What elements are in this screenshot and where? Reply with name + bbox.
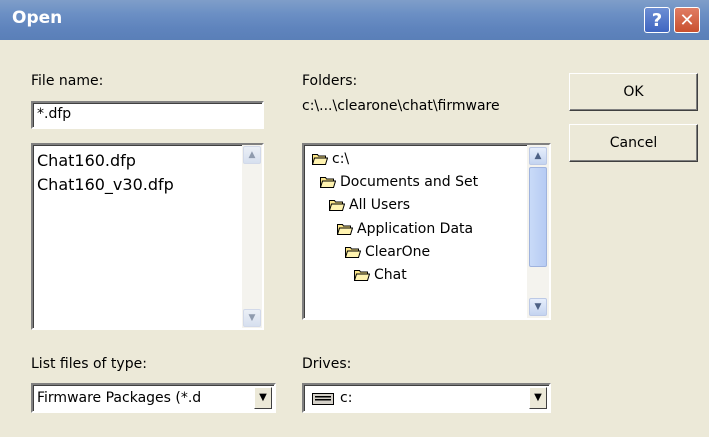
help-button[interactable]: ? bbox=[644, 7, 670, 33]
folder-item[interactable]: Application Data bbox=[337, 221, 473, 237]
dropdown-arrow-icon[interactable]: ▼ bbox=[254, 387, 272, 409]
file-name-label: File name: bbox=[31, 73, 104, 89]
title-bar[interactable]: Open ? ✕ bbox=[0, 0, 709, 40]
file-name-input[interactable]: *.dfp bbox=[31, 101, 264, 129]
folder-tree[interactable]: c:\ Documents and Set All Users Applicat… bbox=[302, 143, 551, 320]
file-list-item[interactable]: Chat160.dfp bbox=[33, 149, 262, 173]
dropdown-arrow-icon[interactable]: ▼ bbox=[529, 387, 547, 409]
folder-tree-scrollbar[interactable]: ▲ ▼ bbox=[527, 145, 549, 318]
file-type-label: List files of type: bbox=[31, 356, 147, 372]
open-folder-icon bbox=[312, 154, 328, 165]
close-button[interactable]: ✕ bbox=[674, 7, 700, 33]
folder-item[interactable]: All Users bbox=[329, 197, 410, 213]
folder-item[interactable]: c:\ bbox=[312, 151, 349, 167]
file-type-value: Firmware Packages (*.d bbox=[37, 390, 202, 406]
file-type-select[interactable]: Firmware Packages (*.d ▼ bbox=[31, 383, 276, 413]
scroll-thumb[interactable] bbox=[529, 167, 547, 267]
file-list-scrollbar[interactable]: ▲ ▼ bbox=[242, 145, 262, 328]
folder-item[interactable]: Chat bbox=[354, 267, 407, 283]
folders-label: Folders: bbox=[302, 73, 358, 89]
scroll-down-icon[interactable]: ▼ bbox=[529, 298, 547, 316]
folder-item[interactable]: ClearOne bbox=[345, 244, 430, 260]
window-title: Open bbox=[12, 8, 63, 28]
cancel-button[interactable]: Cancel bbox=[569, 124, 698, 162]
folder-item[interactable]: Documents and Set bbox=[320, 174, 478, 190]
current-path: c:\...\clearone\chat\firmware bbox=[302, 98, 500, 114]
scroll-up-icon[interactable]: ▲ bbox=[243, 146, 261, 164]
open-folder-icon bbox=[329, 200, 345, 211]
drives-value: c: bbox=[340, 390, 353, 406]
file-name-value: *.dfp bbox=[37, 106, 72, 122]
drive-icon bbox=[312, 393, 334, 405]
open-folder-icon bbox=[337, 224, 353, 235]
scroll-down-icon[interactable]: ▼ bbox=[243, 309, 261, 327]
open-folder-icon bbox=[345, 247, 361, 258]
open-folder-icon bbox=[354, 270, 370, 281]
scroll-up-icon[interactable]: ▲ bbox=[529, 147, 547, 165]
open-dialog: Open ? ✕ File name: *.dfp Chat160.dfp Ch… bbox=[0, 0, 709, 437]
file-list-item[interactable]: Chat160_v30.dfp bbox=[33, 173, 262, 197]
drives-select[interactable]: c: ▼ bbox=[302, 383, 551, 413]
ok-button[interactable]: OK bbox=[569, 73, 698, 111]
drives-label: Drives: bbox=[302, 356, 352, 372]
file-list[interactable]: Chat160.dfp Chat160_v30.dfp ▲ ▼ bbox=[31, 143, 264, 330]
open-folder-icon bbox=[320, 177, 336, 188]
